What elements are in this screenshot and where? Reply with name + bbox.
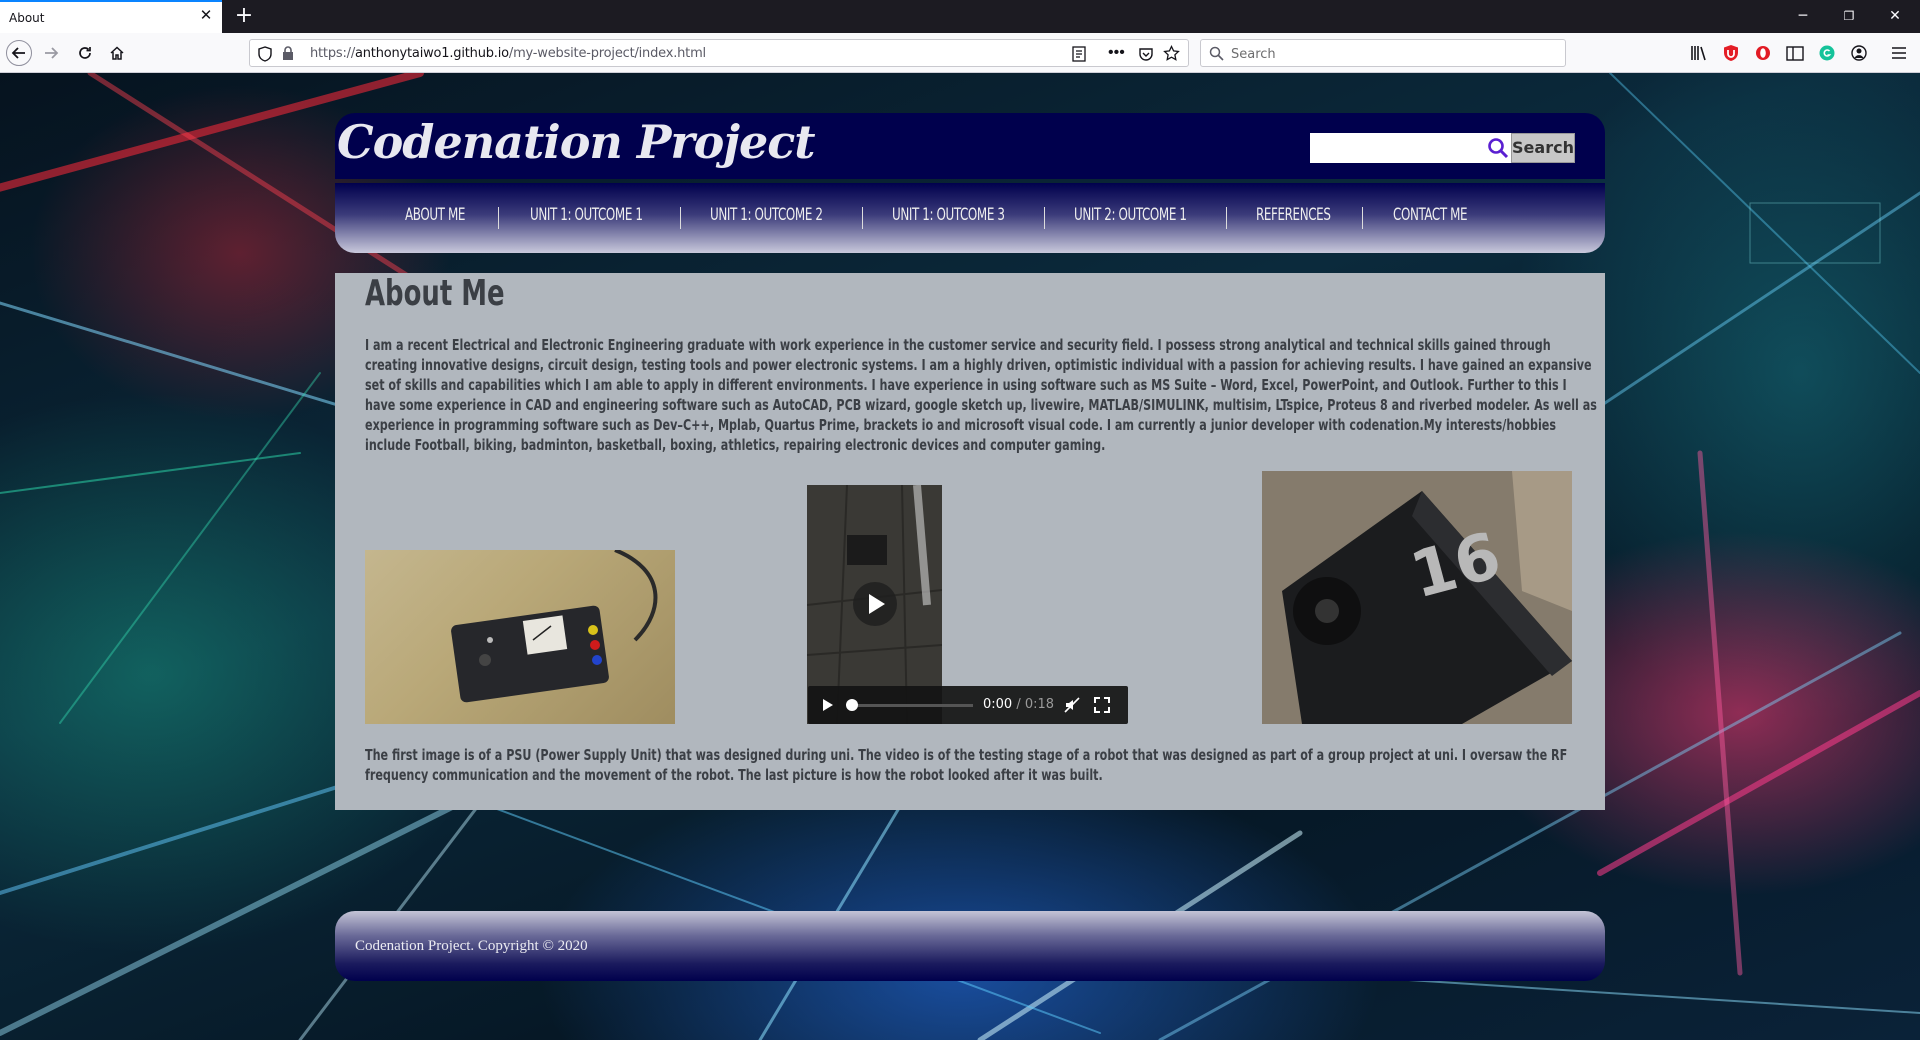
menu-icon[interactable] [1890, 44, 1908, 62]
home-icon[interactable] [104, 40, 130, 66]
url-bar[interactable]: https://anthonytaiwo1.github.io/my-websi… [249, 39, 1189, 67]
nav-divider [1044, 207, 1045, 229]
browser-search-bar[interactable]: Search [1200, 39, 1566, 67]
video-time: 0:00 / 0:18 [983, 697, 1054, 712]
bookmark-star-icon[interactable] [1163, 44, 1180, 67]
robot-image: 16 [1262, 471, 1572, 724]
video-time-separator: / [1012, 697, 1025, 712]
nav-unit1-outcome3[interactable]: UNIT 1: OUTCOME 3 [892, 205, 1005, 225]
pocket-icon[interactable] [1138, 46, 1154, 67]
more-actions-icon[interactable]: ••• [1108, 44, 1125, 62]
ublock-icon[interactable] [1722, 44, 1740, 62]
browser-search-placeholder: Search [1231, 47, 1276, 62]
site-search-icon[interactable] [1485, 133, 1511, 163]
restore-window-icon[interactable]: ❐ [1826, 0, 1872, 33]
nav-divider [1226, 207, 1227, 229]
nav-divider [1362, 207, 1363, 229]
video-play-icon[interactable] [822, 698, 834, 717]
video-duration: 0:18 [1024, 697, 1055, 712]
tab-title: About [9, 11, 45, 25]
back-icon[interactable] [6, 40, 32, 66]
url-text[interactable]: https://anthonytaiwo1.github.io/my-websi… [310, 46, 706, 61]
site-footer: Codenation Project. Copyright © 2020 [335, 911, 1605, 981]
nav-divider [680, 207, 681, 229]
video-progress-thumb[interactable] [846, 699, 858, 711]
site-search-input[interactable] [1310, 133, 1485, 163]
video-progress-track[interactable] [846, 699, 973, 711]
opera-icon[interactable] [1754, 44, 1772, 62]
site-logo[interactable]: Codenation Project [337, 115, 816, 169]
sidebar-icon[interactable] [1786, 44, 1804, 62]
url-path: /my-website-project/index.html [508, 46, 706, 61]
browser-tab-bar: About ✕ + ─ ❐ ✕ [0, 0, 1920, 33]
reload-icon[interactable] [72, 40, 98, 66]
reader-view-icon[interactable] [1072, 46, 1086, 67]
video-fullscreen-icon[interactable] [1094, 697, 1110, 718]
nav-unit1-outcome2[interactable]: UNIT 1: OUTCOME 2 [710, 205, 823, 225]
lock-icon[interactable] [282, 46, 294, 66]
close-window-icon[interactable]: ✕ [1872, 0, 1918, 33]
page-viewport: Codenation Project Search ABOUT ME UNIT … [0, 73, 1920, 1040]
nav-divider [862, 207, 863, 229]
new-tab-icon[interactable]: + [232, 4, 256, 28]
nav-unit1-outcome1[interactable]: UNIT 1: OUTCOME 1 [530, 205, 643, 225]
grammarly-icon[interactable] [1818, 44, 1836, 62]
psu-image [365, 550, 675, 724]
video-current-time: 0:00 [983, 697, 1013, 712]
account-icon[interactable] [1850, 44, 1868, 62]
tab-close-icon[interactable]: ✕ [198, 8, 214, 24]
nav-contact-me[interactable]: CONTACT ME [1393, 205, 1468, 225]
browser-tab-about[interactable]: About ✕ [0, 0, 222, 33]
main-content: About Me I am a recent Electrical and El… [335, 273, 1605, 810]
tracking-protection-icon[interactable] [258, 46, 272, 67]
url-host: anthonytaiwo1.github.io [355, 46, 509, 61]
search-icon [1209, 46, 1224, 66]
page-title: About Me [365, 273, 505, 314]
video-controls: 0:00 / 0:18 [808, 686, 1128, 724]
site-header: Codenation Project Search ABOUT ME UNIT … [335, 113, 1605, 253]
footer-copyright: Codenation Project. Copyright © 2020 [355, 938, 588, 954]
library-icon[interactable] [1690, 44, 1708, 62]
video-mute-icon[interactable] [1064, 697, 1080, 718]
minimize-window-icon[interactable]: ─ [1780, 0, 1826, 33]
url-prefix: https:// [310, 46, 355, 61]
header-top-bar: Codenation Project Search [335, 113, 1605, 179]
nav-divider [498, 207, 499, 229]
media-description-paragraph: The first image is of a PSU (Power Suppl… [365, 746, 1568, 784]
site-nav: ABOUT ME UNIT 1: OUTCOME 1 UNIT 1: OUTCO… [335, 183, 1605, 253]
site-search-button[interactable]: Search [1511, 133, 1575, 163]
nav-about-me[interactable]: ABOUT ME [405, 205, 465, 225]
nav-unit2-outcome1[interactable]: UNIT 2: OUTCOME 1 [1074, 205, 1187, 225]
nav-references[interactable]: REFERENCES [1256, 205, 1331, 225]
forward-icon[interactable] [38, 40, 64, 66]
browser-nav-bar: https://anthonytaiwo1.github.io/my-websi… [0, 33, 1920, 73]
about-paragraph: I am a recent Electrical and Electronic … [365, 336, 1597, 454]
